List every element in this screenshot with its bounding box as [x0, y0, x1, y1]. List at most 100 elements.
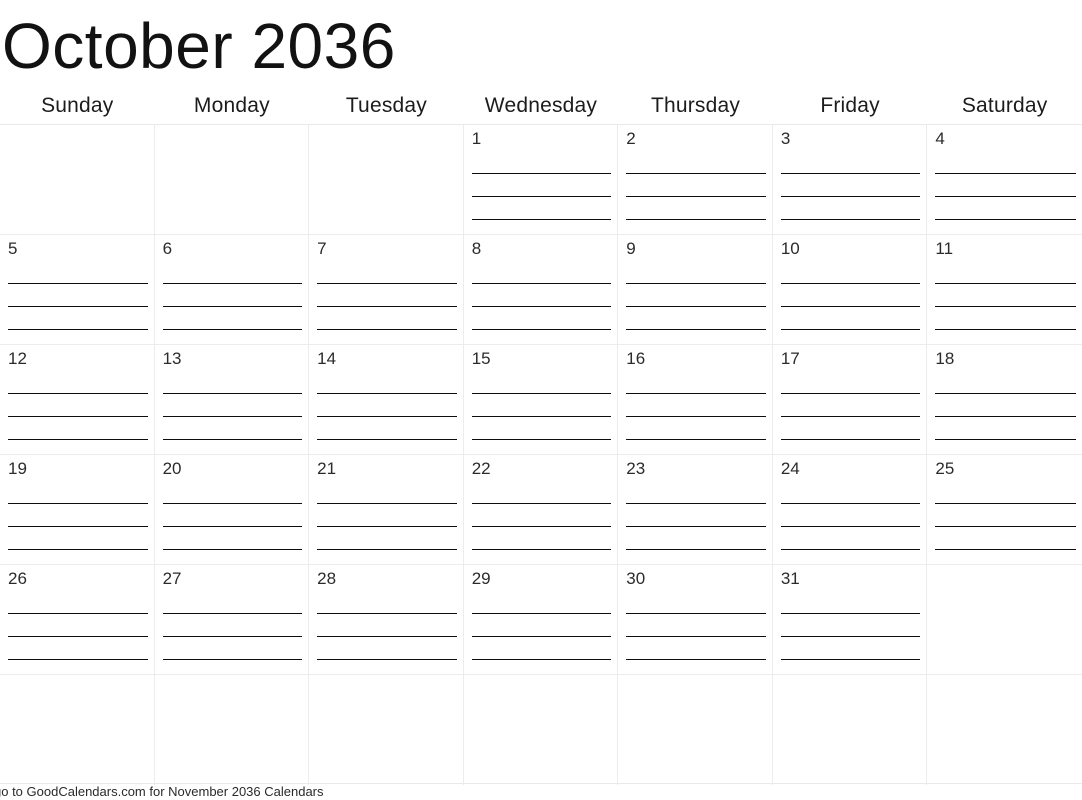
day-note-line[interactable]: [780, 394, 921, 417]
day-cell[interactable]: 11: [927, 235, 1082, 344]
day-note-line[interactable]: [781, 220, 921, 234]
day-note-line[interactable]: [471, 394, 612, 417]
day-note-line[interactable]: [472, 660, 612, 674]
day-note-line[interactable]: [781, 440, 921, 454]
day-cell[interactable]: 8: [464, 235, 619, 344]
day-note-line[interactable]: [626, 151, 766, 174]
day-cell[interactable]: 20: [155, 455, 310, 564]
day-cell[interactable]: 28: [309, 565, 464, 674]
day-note-lines[interactable]: [8, 261, 148, 344]
day-note-line[interactable]: [626, 637, 766, 660]
day-note-lines[interactable]: [317, 591, 457, 674]
day-note-line[interactable]: [935, 440, 1076, 454]
day-note-line[interactable]: [780, 591, 921, 614]
day-note-line[interactable]: [8, 330, 148, 344]
day-note-line[interactable]: [8, 284, 148, 307]
day-note-line[interactable]: [780, 417, 921, 440]
day-note-line[interactable]: [317, 261, 457, 284]
day-note-line[interactable]: [780, 151, 921, 174]
day-note-line[interactable]: [8, 481, 148, 504]
day-cell[interactable]: 27: [155, 565, 310, 674]
day-note-line[interactable]: [626, 330, 766, 344]
day-note-lines[interactable]: [935, 371, 1076, 454]
day-note-line[interactable]: [626, 307, 766, 330]
day-cell[interactable]: 24: [773, 455, 928, 564]
day-cell[interactable]: 1: [464, 125, 619, 234]
day-cell[interactable]: 30: [618, 565, 773, 674]
day-note-line[interactable]: [780, 284, 921, 307]
day-note-line[interactable]: [162, 591, 303, 614]
day-note-line[interactable]: [8, 504, 148, 527]
day-note-line[interactable]: [317, 481, 457, 504]
day-note-line[interactable]: [626, 371, 766, 394]
day-cell[interactable]: 19: [0, 455, 155, 564]
day-note-line[interactable]: [935, 174, 1076, 197]
day-cell[interactable]: 14: [309, 345, 464, 454]
day-note-lines[interactable]: [626, 371, 766, 454]
day-note-lines[interactable]: [317, 371, 457, 454]
day-note-line[interactable]: [317, 504, 457, 527]
day-note-line[interactable]: [162, 284, 303, 307]
day-note-line[interactable]: [162, 637, 303, 660]
day-note-lines[interactable]: [471, 591, 612, 674]
day-note-lines[interactable]: [626, 481, 766, 564]
day-note-lines[interactable]: [780, 261, 921, 344]
day-note-line[interactable]: [626, 417, 766, 440]
day-note-line[interactable]: [626, 591, 766, 614]
day-note-line[interactable]: [317, 591, 457, 614]
day-note-lines[interactable]: [780, 591, 921, 674]
day-note-line[interactable]: [626, 550, 766, 564]
day-note-line[interactable]: [162, 261, 303, 284]
day-note-lines[interactable]: [626, 151, 766, 234]
day-note-line[interactable]: [935, 284, 1076, 307]
day-cell[interactable]: 31: [773, 565, 928, 674]
day-note-line[interactable]: [780, 527, 921, 550]
day-note-lines[interactable]: [162, 371, 303, 454]
day-note-line[interactable]: [780, 261, 921, 284]
day-note-lines[interactable]: [471, 481, 612, 564]
day-note-line[interactable]: [163, 330, 303, 344]
day-note-line[interactable]: [935, 261, 1076, 284]
day-cell[interactable]: 23: [618, 455, 773, 564]
day-note-line[interactable]: [162, 307, 303, 330]
day-cell[interactable]: 26: [0, 565, 155, 674]
day-note-line[interactable]: [163, 550, 303, 564]
day-note-line[interactable]: [935, 330, 1076, 344]
day-note-line[interactable]: [472, 440, 612, 454]
day-note-lines[interactable]: [8, 481, 148, 564]
day-cell[interactable]: 5: [0, 235, 155, 344]
day-note-lines[interactable]: [780, 481, 921, 564]
day-note-line[interactable]: [8, 307, 148, 330]
day-note-line[interactable]: [471, 284, 612, 307]
day-note-lines[interactable]: [8, 591, 148, 674]
day-note-line[interactable]: [781, 550, 921, 564]
day-note-lines[interactable]: [780, 151, 921, 234]
day-cell[interactable]: 13: [155, 345, 310, 454]
day-cell[interactable]: 21: [309, 455, 464, 564]
day-note-line[interactable]: [317, 307, 457, 330]
day-cell[interactable]: 9: [618, 235, 773, 344]
day-note-line[interactable]: [626, 614, 766, 637]
day-note-lines[interactable]: [162, 591, 303, 674]
day-note-line[interactable]: [8, 614, 148, 637]
day-cell[interactable]: 18: [927, 345, 1082, 454]
day-note-line[interactable]: [162, 394, 303, 417]
day-note-line[interactable]: [626, 504, 766, 527]
day-note-line[interactable]: [471, 371, 612, 394]
day-note-line[interactable]: [626, 174, 766, 197]
day-note-line[interactable]: [626, 527, 766, 550]
day-note-lines[interactable]: [317, 481, 457, 564]
day-note-line[interactable]: [935, 550, 1076, 564]
day-cell[interactable]: 25: [927, 455, 1082, 564]
day-note-lines[interactable]: [626, 591, 766, 674]
day-note-line[interactable]: [780, 481, 921, 504]
day-note-line[interactable]: [626, 284, 766, 307]
day-note-lines[interactable]: [471, 151, 612, 234]
day-note-lines[interactable]: [471, 371, 612, 454]
day-cell[interactable]: 4: [927, 125, 1082, 234]
day-note-line[interactable]: [471, 307, 612, 330]
day-cell[interactable]: 6: [155, 235, 310, 344]
day-note-line[interactable]: [163, 660, 303, 674]
day-note-line[interactable]: [8, 591, 148, 614]
day-note-line[interactable]: [935, 527, 1076, 550]
